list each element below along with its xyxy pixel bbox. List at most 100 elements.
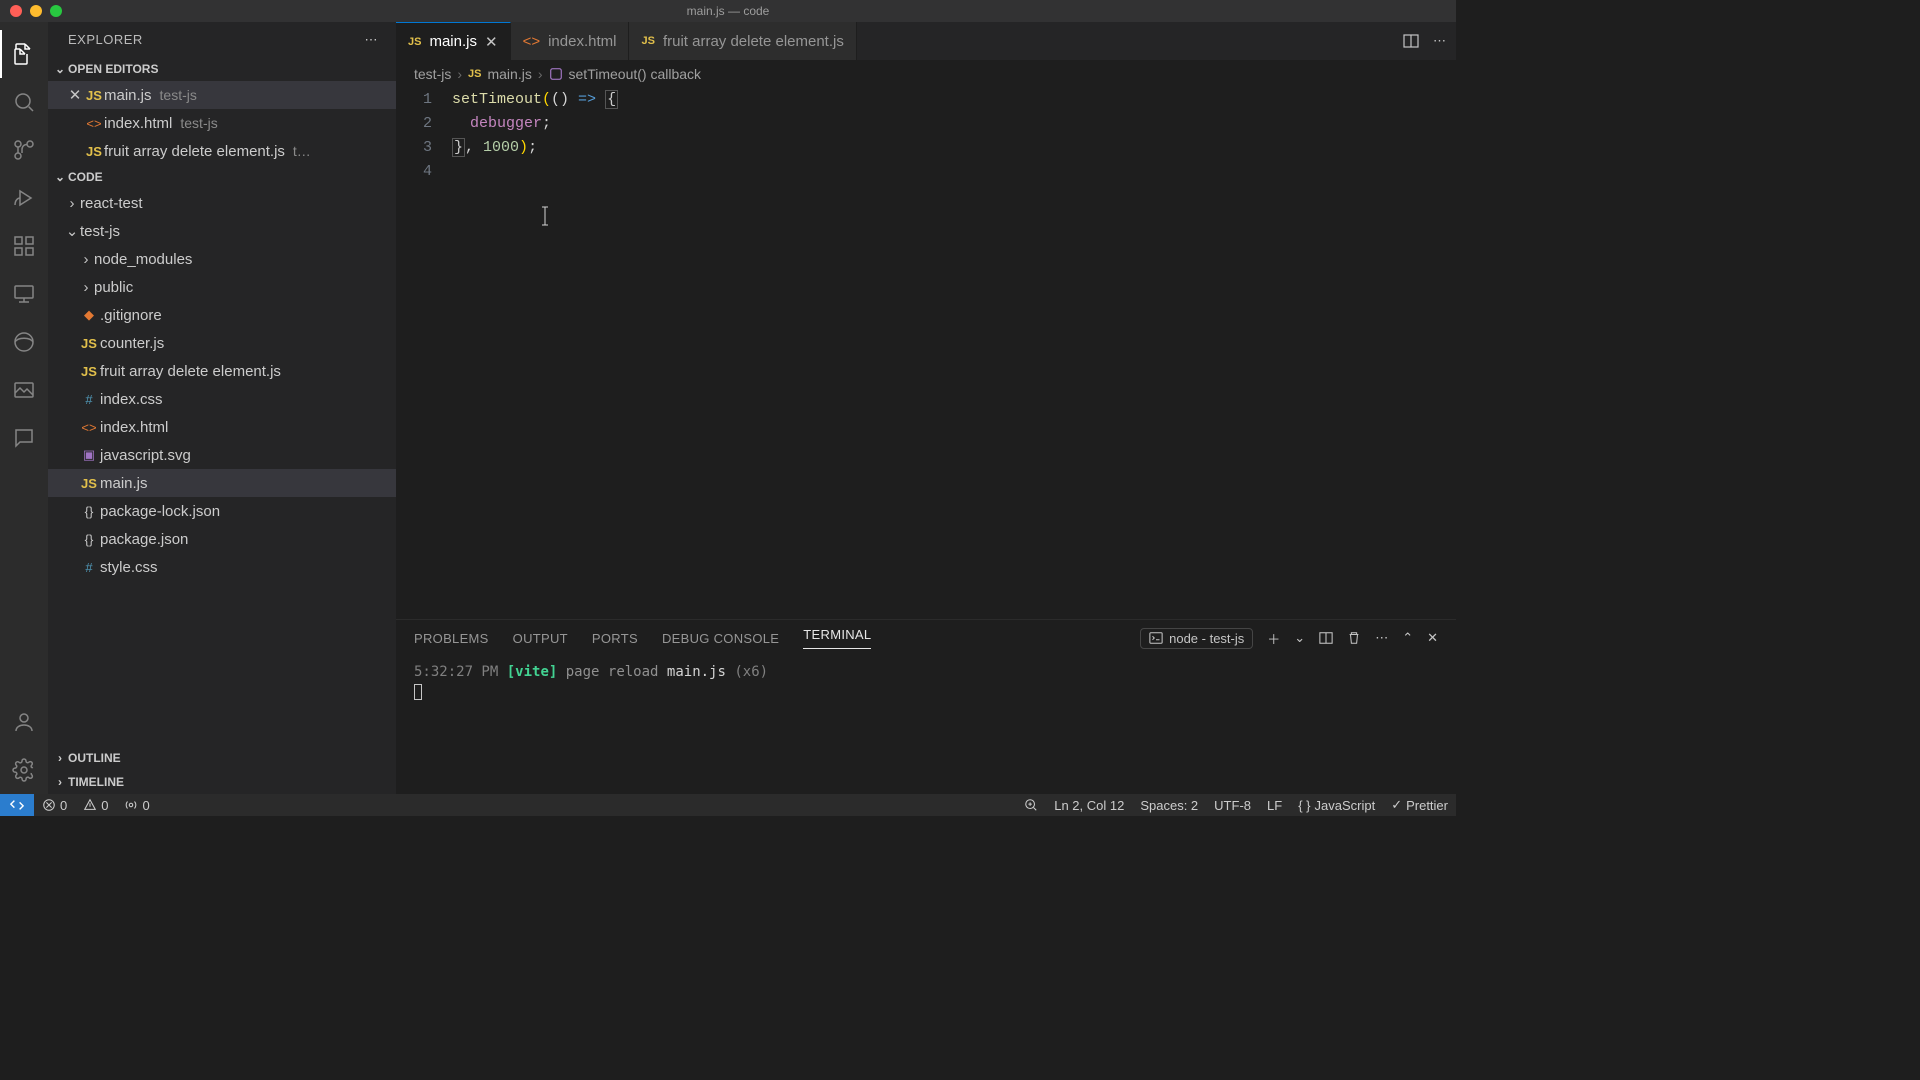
chevron-down-icon: ⌄ [52, 170, 68, 184]
file-row[interactable]: <> index.html [48, 413, 396, 441]
file-row[interactable]: # index.css [48, 385, 396, 413]
close-icon[interactable]: ✕ [66, 86, 84, 104]
status-errors[interactable]: 0 [34, 798, 75, 813]
html-file-icon: <> [84, 116, 104, 131]
status-language[interactable]: { } JavaScript [1290, 798, 1383, 813]
account-icon[interactable] [0, 698, 48, 746]
status-warnings[interactable]: 0 [75, 798, 116, 813]
edge-icon[interactable] [0, 318, 48, 366]
js-file-icon: JS [78, 364, 100, 379]
folder-row[interactable]: ⌄ test-js [48, 217, 396, 245]
chevron-right-icon: › [457, 66, 462, 82]
file-row[interactable]: {} package.json [48, 525, 396, 553]
run-debug-icon[interactable] [0, 174, 48, 222]
terminal-output[interactable]: 5:32:27 PM [vite] page reload main.js (x… [396, 656, 1456, 794]
outline-section[interactable]: › OUTLINE [48, 746, 396, 770]
file-row[interactable]: ▣ javascript.svg [48, 441, 396, 469]
file-row[interactable]: ◆ .gitignore [48, 301, 396, 329]
file-row[interactable]: JS counter.js [48, 329, 396, 357]
close-tab-icon[interactable]: ✕ [485, 33, 498, 51]
code-section[interactable]: ⌄ CODE [48, 165, 396, 189]
close-window-button[interactable] [10, 5, 22, 17]
panel-tab-ports[interactable]: PORTS [592, 631, 638, 646]
editor-tab[interactable]: JS main.js ✕ [396, 22, 511, 60]
panel-tabs: PROBLEMS OUTPUT PORTS DEBUG CONSOLE TERM… [396, 620, 1456, 656]
status-ports[interactable]: 0 [116, 798, 157, 813]
chevron-right-icon: › [64, 195, 80, 212]
open-editors-section[interactable]: ⌄ OPEN EDITORS [48, 57, 396, 81]
folder-row[interactable]: › react-test [48, 189, 396, 217]
js-file-icon: JS [84, 144, 104, 159]
source-control-icon[interactable] [0, 126, 48, 174]
explorer-icon[interactable] [0, 30, 48, 78]
status-encoding[interactable]: UTF-8 [1206, 798, 1259, 813]
terminal-dropdown-icon[interactable]: ⌄ [1294, 630, 1305, 646]
chevron-right-icon: › [538, 66, 543, 82]
css-file-icon: # [78, 392, 100, 407]
split-editor-icon[interactable] [1403, 33, 1419, 49]
breadcrumbs[interactable]: test-js › JS main.js › setTimeout() call… [396, 60, 1456, 88]
sidebar-header: EXPLORER ⋯ [48, 22, 396, 57]
js-file-icon: JS [468, 68, 481, 80]
error-icon [42, 798, 56, 812]
chevron-down-icon: ⌄ [52, 62, 68, 76]
panel-tab-problems[interactable]: PROBLEMS [414, 631, 489, 646]
timeline-section[interactable]: › TIMELINE [48, 770, 396, 794]
activity-bar [0, 22, 48, 794]
settings-gear-icon[interactable] [0, 746, 48, 794]
status-eol[interactable]: LF [1259, 798, 1290, 813]
image-icon[interactable] [0, 366, 48, 414]
panel-tab-output[interactable]: OUTPUT [513, 631, 568, 646]
js-file-icon: JS [84, 88, 104, 103]
chevron-right-icon: › [78, 251, 94, 268]
chevron-right-icon: › [78, 279, 94, 296]
folder-row[interactable]: › public [48, 273, 396, 301]
maximize-window-button[interactable] [50, 5, 62, 17]
js-file-icon: JS [408, 36, 421, 48]
file-row[interactable]: {} package-lock.json [48, 497, 396, 525]
code-editor[interactable]: 1 2 3 4 setTimeout(() => { debugger; }, … [396, 88, 1456, 619]
file-row[interactable]: JS fruit array delete element.js [48, 357, 396, 385]
check-icon: ✓ [1391, 797, 1402, 813]
panel: PROBLEMS OUTPUT PORTS DEBUG CONSOLE TERM… [396, 619, 1456, 794]
open-editor-item[interactable]: ✕ <> index.html test-js [48, 109, 396, 137]
panel-tab-debug-console[interactable]: DEBUG CONSOLE [662, 631, 779, 646]
open-editor-item[interactable]: ✕ JS main.js test-js [48, 81, 396, 109]
status-indentation[interactable]: Spaces: 2 [1132, 798, 1206, 813]
status-cursor-position[interactable]: Ln 2, Col 12 [1046, 798, 1132, 813]
file-row[interactable]: JS main.js [48, 469, 396, 497]
terminal-selector[interactable]: node - test-js [1140, 628, 1253, 649]
explorer-more-icon[interactable]: ⋯ [365, 32, 379, 48]
remote-explorer-icon[interactable] [0, 270, 48, 318]
folder-row[interactable]: › node_modules [48, 245, 396, 273]
comment-icon[interactable] [0, 414, 48, 462]
panel-more-icon[interactable]: ⋯ [1375, 630, 1388, 646]
git-file-icon: ◆ [78, 307, 100, 323]
radio-icon [124, 798, 138, 812]
window-title: main.js — code [687, 4, 770, 18]
status-prettier[interactable]: ✓ Prettier [1383, 797, 1456, 813]
file-row[interactable]: # style.css [48, 553, 396, 581]
chevron-right-icon: › [52, 751, 68, 765]
split-terminal-icon[interactable] [1319, 631, 1333, 645]
terminal-icon [1149, 631, 1163, 645]
warning-icon [83, 798, 97, 812]
editor-tab[interactable]: <> index.html [511, 22, 630, 60]
extensions-icon[interactable] [0, 222, 48, 270]
terminal-cursor [414, 684, 422, 700]
search-icon[interactable] [0, 78, 48, 126]
panel-tab-terminal[interactable]: TERMINAL [803, 627, 871, 649]
open-editor-item[interactable]: ✕ JS fruit array delete element.js t… [48, 137, 396, 165]
status-bar: 0 0 0 Ln 2, Col 12 Spaces: 2 UTF-8 LF { … [0, 794, 1456, 816]
remote-indicator[interactable] [0, 794, 34, 816]
editor-tab[interactable]: JS fruit array delete element.js [629, 22, 856, 60]
close-panel-icon[interactable]: ✕ [1427, 630, 1438, 646]
maximize-panel-icon[interactable]: ⌃ [1402, 630, 1413, 646]
kill-terminal-icon[interactable] [1347, 631, 1361, 645]
minimize-window-button[interactable] [30, 5, 42, 17]
editor-area: JS main.js ✕ <> index.html JS fruit arra… [396, 22, 1456, 794]
new-terminal-icon[interactable]: ＋ [1267, 629, 1280, 648]
status-zoom[interactable] [1016, 798, 1046, 812]
traffic-lights [10, 5, 62, 17]
more-actions-icon[interactable]: ⋯ [1433, 33, 1446, 49]
